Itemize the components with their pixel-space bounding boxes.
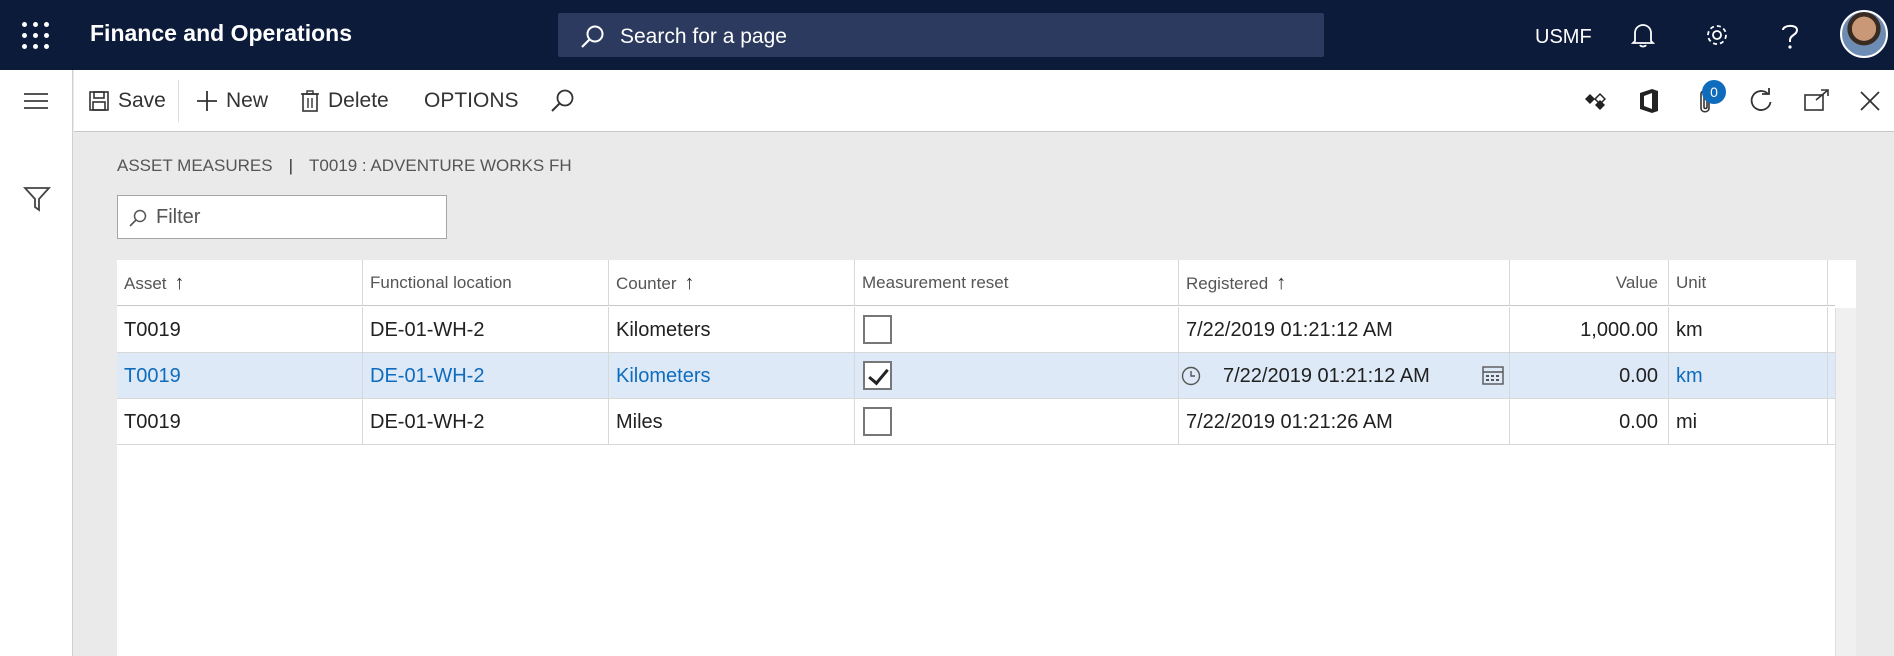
grid-filter[interactable] bbox=[117, 195, 447, 239]
breadcrumb-record: T0019 : ADVENTURE WORKS FH bbox=[309, 156, 572, 175]
search-icon bbox=[129, 209, 147, 227]
table-row[interactable]: T0019 DE-01-WH-2 Kilometers 7/22/2019 01… bbox=[117, 307, 1835, 353]
app-title[interactable]: Finance and Operations bbox=[90, 20, 352, 47]
cell-counter[interactable]: Kilometers bbox=[609, 353, 855, 399]
help-icon[interactable] bbox=[1780, 22, 1800, 50]
avatar[interactable] bbox=[1840, 10, 1888, 58]
refresh-icon[interactable] bbox=[1748, 88, 1774, 114]
attachment-count-badge: 0 bbox=[1702, 80, 1726, 104]
cell-measurement-reset bbox=[855, 307, 1179, 353]
trash-icon bbox=[301, 90, 319, 112]
cell-counter[interactable]: Miles bbox=[609, 399, 855, 445]
measurement-reset-checkbox[interactable] bbox=[863, 361, 892, 390]
column-header-functional-location[interactable]: Functional location bbox=[363, 260, 609, 306]
cell-counter[interactable]: Kilometers bbox=[609, 307, 855, 353]
breadcrumb-page[interactable]: ASSET MEASURES bbox=[117, 156, 273, 176]
cell-measurement-reset bbox=[855, 399, 1179, 445]
cell-value[interactable]: 0.00 bbox=[1510, 399, 1669, 445]
filter-icon[interactable] bbox=[23, 186, 51, 212]
cell-value[interactable]: 1,000.00 bbox=[1510, 307, 1669, 353]
cell-asset[interactable]: T0019 bbox=[117, 353, 363, 399]
cell-registered[interactable]: 7/22/2019 01:21:26 AM bbox=[1179, 399, 1510, 445]
cell-asset[interactable]: T0019 bbox=[117, 399, 363, 445]
office-icon[interactable] bbox=[1638, 88, 1660, 114]
close-icon[interactable] bbox=[1860, 91, 1880, 111]
save-label: Save bbox=[118, 89, 166, 112]
registered-datetime-input[interactable]: 7/22/2019 01:21:12 AM bbox=[1223, 353, 1430, 399]
delete-button[interactable]: Delete bbox=[300, 89, 389, 113]
page-search[interactable]: Search for a page bbox=[558, 13, 1324, 57]
plus-icon bbox=[197, 91, 217, 111]
cell-functional-location[interactable]: DE-01-WH-2 bbox=[363, 399, 609, 445]
column-header-unit[interactable]: Unit bbox=[1669, 260, 1828, 306]
cell-registered[interactable]: 7/22/2019 01:21:12 AM bbox=[1179, 353, 1510, 399]
column-header-counter[interactable]: Counter ↑ bbox=[609, 260, 855, 306]
measurement-reset-checkbox[interactable] bbox=[863, 315, 892, 344]
calendar-icon[interactable] bbox=[1482, 365, 1504, 385]
column-header-registered[interactable]: Registered ↑ bbox=[1179, 260, 1510, 306]
table-row[interactable]: T0019 DE-01-WH-2 Kilometers 7/22/2019 01… bbox=[117, 353, 1835, 399]
gear-icon[interactable] bbox=[1704, 22, 1730, 48]
waffle-icon[interactable] bbox=[22, 22, 50, 50]
cell-functional-location[interactable]: DE-01-WH-2 bbox=[363, 353, 609, 399]
breadcrumb-separator: | bbox=[288, 156, 293, 175]
column-header-asset[interactable]: Asset ↑ bbox=[117, 260, 363, 306]
sort-ascending-icon: ↑ bbox=[174, 272, 185, 294]
delete-label: Delete bbox=[328, 89, 389, 112]
options-tab[interactable]: OPTIONS bbox=[424, 89, 519, 113]
search-icon[interactable] bbox=[550, 88, 576, 114]
left-nav-rail bbox=[0, 70, 73, 656]
filter-input[interactable] bbox=[156, 204, 436, 230]
measurement-reset-checkbox[interactable] bbox=[863, 407, 892, 436]
column-header-value[interactable]: Value bbox=[1510, 260, 1669, 306]
new-label: New bbox=[226, 89, 269, 112]
search-icon bbox=[581, 25, 604, 48]
company-picker[interactable]: USMF bbox=[1535, 26, 1592, 49]
save-button[interactable]: Save bbox=[88, 89, 166, 113]
cell-functional-location[interactable]: DE-01-WH-2 bbox=[363, 307, 609, 353]
popout-icon[interactable] bbox=[1804, 88, 1830, 112]
hamburger-icon[interactable] bbox=[24, 93, 48, 114]
cell-unit[interactable]: mi bbox=[1669, 399, 1828, 445]
breadcrumb: ASSET MEASURES | T0019 : ADVENTURE WORKS… bbox=[117, 156, 572, 176]
column-header-measurement-reset[interactable]: Measurement reset bbox=[855, 260, 1179, 306]
grid-scrollbar[interactable] bbox=[1835, 308, 1856, 656]
bell-icon[interactable] bbox=[1631, 22, 1655, 48]
cell-unit[interactable]: km bbox=[1669, 307, 1828, 353]
new-button[interactable]: New bbox=[196, 89, 268, 113]
sort-ascending-icon: ↑ bbox=[1276, 272, 1287, 294]
asset-measures-grid: Asset ↑ Functional location Counter ↑ Meas… bbox=[117, 260, 1856, 656]
top-navbar: Finance and Operations Search for a page… bbox=[0, 0, 1894, 70]
diamond-icon[interactable] bbox=[1584, 92, 1606, 112]
search-placeholder: Search for a page bbox=[620, 25, 787, 48]
action-pane: Save New Delete OPTIONS bbox=[74, 70, 1894, 132]
cell-asset[interactable]: T0019 bbox=[117, 307, 363, 353]
cell-registered[interactable]: 7/22/2019 01:21:12 AM bbox=[1179, 307, 1510, 353]
clock-icon[interactable] bbox=[1181, 366, 1201, 386]
grid-header: Asset ↑ Functional location Counter ↑ Meas… bbox=[117, 260, 1835, 306]
table-row[interactable]: T0019 DE-01-WH-2 Miles 7/22/2019 01:21:2… bbox=[117, 399, 1835, 445]
sort-ascending-icon: ↑ bbox=[684, 272, 695, 294]
separator bbox=[178, 80, 179, 122]
save-icon bbox=[89, 91, 109, 111]
cell-value[interactable]: 0.00 bbox=[1510, 353, 1669, 399]
cell-unit[interactable]: km bbox=[1669, 353, 1828, 399]
cell-measurement-reset bbox=[855, 353, 1179, 399]
